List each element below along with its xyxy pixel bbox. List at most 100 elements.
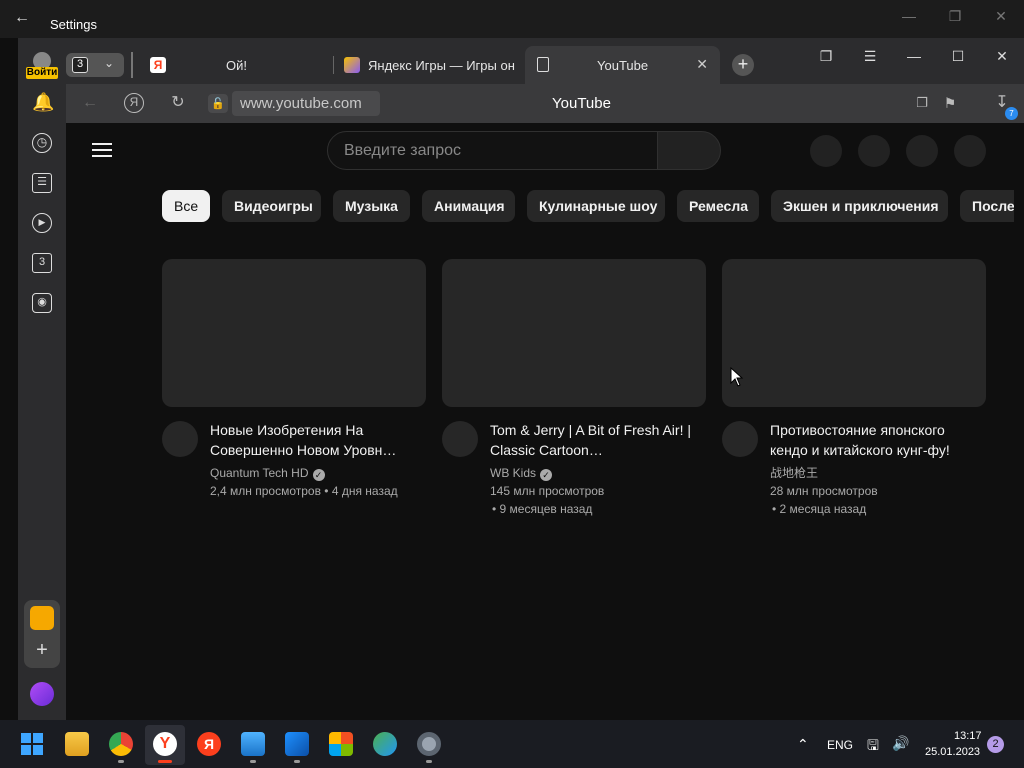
translate-icon[interactable]: ❐ — [912, 93, 932, 113]
running-indicator — [158, 760, 172, 763]
header-icon-placeholder[interactable] — [810, 135, 842, 167]
settings-gear-icon[interactable] — [417, 732, 441, 756]
gamepad-icon — [344, 57, 360, 73]
document-icon — [537, 57, 549, 72]
bookmarks-panel-icon[interactable]: ❐ — [815, 46, 837, 66]
page-title: YouTube — [552, 95, 611, 112]
arrow-left-icon[interactable]: ← — [14, 10, 34, 26]
photos-icon[interactable] — [241, 732, 265, 756]
chip-music[interactable]: Музыка — [333, 190, 410, 222]
running-indicator — [118, 760, 124, 763]
add-icon[interactable]: + — [30, 640, 54, 660]
screenshot-icon[interactable]: ◉ — [32, 293, 52, 313]
running-indicator — [294, 760, 300, 763]
channel-name-row: WB Kids ✓ — [490, 464, 553, 482]
chevron-down-icon: ⌄ — [104, 56, 115, 70]
avatar[interactable] — [954, 135, 986, 167]
yandex-home-icon[interactable]: Я — [124, 93, 144, 113]
channel-name[interactable]: Quantum Tech HD — [210, 466, 309, 480]
network-icon[interactable]: 🖫 — [867, 735, 879, 759]
minimize-icon[interactable]: — — [897, 8, 921, 24]
alice-icon[interactable] — [30, 682, 54, 706]
back-icon[interactable]: ← — [80, 93, 100, 113]
channel-name[interactable]: WB Kids — [490, 466, 536, 480]
new-tab-button[interactable]: + — [732, 54, 754, 76]
chip-crafts[interactable]: Ремесла — [677, 190, 759, 222]
running-indicator — [250, 760, 256, 763]
channel-avatar[interactable] — [442, 421, 478, 457]
chip-animation[interactable]: Анимация — [422, 190, 515, 222]
login-badge: Войти — [26, 67, 58, 79]
mail-icon[interactable] — [30, 606, 54, 630]
tab-separator — [131, 52, 133, 78]
video-thumbnail[interactable] — [162, 259, 426, 407]
windows-start-icon[interactable] — [21, 733, 43, 755]
yandex-icon: Я — [150, 57, 166, 73]
close-icon[interactable]: ✕ — [989, 8, 1013, 24]
number-3-icon[interactable]: 3 — [32, 253, 52, 273]
video-thumbnail[interactable] — [442, 259, 706, 407]
video-editor-icon[interactable] — [285, 732, 309, 756]
tab-youtube[interactable]: YouTube ✕ — [525, 46, 720, 84]
yandex-icon[interactable]: Я — [197, 732, 221, 756]
bell-icon[interactable]: 🔔 — [32, 93, 54, 114]
yandex-browser-icon[interactable]: Y — [153, 732, 177, 756]
chip-recent[interactable]: После — [960, 190, 1014, 222]
video-title[interactable]: Противостояние японского кендо и китайск… — [770, 420, 970, 460]
tab-label: Ой! — [226, 58, 247, 73]
bookmark-icon[interactable]: ⚑ — [940, 93, 960, 113]
chrome-icon[interactable] — [109, 732, 133, 756]
chip-action[interactable]: Экшен и приключения — [771, 190, 948, 222]
clock-time[interactable]: 13:17 — [954, 730, 982, 742]
store-icon[interactable] — [329, 732, 353, 756]
notification-badge[interactable]: 2 — [987, 736, 1004, 753]
minimize-icon[interactable]: — — [903, 46, 925, 66]
running-indicator — [426, 760, 432, 763]
channel-avatar[interactable] — [162, 421, 198, 457]
settings-window-titlebar: ← Settings — ❐ ✕ — [0, 0, 1024, 38]
video-title[interactable]: Tom & Jerry | A Bit of Fresh Air! | Clas… — [490, 420, 700, 460]
tab-oi[interactable]: Я Ой! — [140, 46, 332, 84]
mouse-cursor-icon — [730, 367, 744, 387]
menu-icon[interactable]: ☰ — [859, 46, 881, 66]
verified-icon: ✓ — [312, 469, 325, 481]
restore-icon[interactable]: ❐ — [943, 8, 967, 24]
video-thumbnail[interactable] — [722, 259, 986, 407]
play-icon[interactable]: ▶ — [32, 213, 52, 233]
maps-icon[interactable] — [373, 732, 397, 756]
view-count: 145 млн просмотров — [490, 484, 605, 498]
channel-name[interactable]: 战地枪王 — [770, 464, 818, 482]
search-button[interactable] — [657, 131, 721, 170]
view-count: 2,4 млн просмотров — [210, 484, 321, 498]
video-title[interactable]: Новые Изобретения На Совершенно Новом Ур… — [210, 420, 420, 460]
history-icon[interactable]: ◷ — [32, 133, 52, 153]
maximize-icon[interactable]: ☐ — [947, 46, 969, 66]
reload-icon[interactable]: ↻ — [168, 93, 188, 113]
clock-date[interactable]: 25.01.2023 — [925, 746, 980, 758]
volume-icon[interactable]: 🔊 — [892, 735, 909, 752]
upload-age: • 4 дня назад — [324, 484, 398, 498]
chip-cooking[interactable]: Кулинарные шоу — [527, 190, 665, 222]
language-indicator[interactable]: ENG — [827, 738, 853, 752]
upload-age: • 9 месяцев назад — [492, 502, 593, 516]
verified-icon: ✓ — [540, 469, 553, 481]
close-tab-icon[interactable]: ✕ — [696, 56, 708, 73]
chip-all[interactable]: Все — [162, 190, 210, 222]
header-icon-placeholder[interactable] — [858, 135, 890, 167]
chevron-up-icon[interactable]: ⌃ — [797, 736, 809, 753]
url-text: www.youtube.com — [240, 95, 362, 112]
menu-icon[interactable] — [92, 143, 112, 157]
chip-videogames[interactable]: Видеоигры — [222, 190, 321, 222]
close-window-icon[interactable]: ✕ — [991, 46, 1013, 66]
lock-icon[interactable]: 🔓 — [208, 94, 228, 113]
tab-count-button[interactable]: 3 ⌄ — [66, 53, 124, 77]
video-stats: 2,4 млн просмотров • 4 дня назад — [210, 482, 398, 500]
tab-yandex-games[interactable]: Яндекс Игры — Игры он — [334, 46, 524, 84]
file-explorer-icon[interactable] — [65, 732, 89, 756]
profile-button[interactable]: Войти — [26, 50, 58, 80]
collections-icon[interactable]: ☰ — [32, 173, 52, 193]
channel-name-row: Quantum Tech HD ✓ — [210, 464, 325, 482]
channel-avatar[interactable] — [722, 421, 758, 457]
header-icon-placeholder[interactable] — [906, 135, 938, 167]
upload-age: • 2 месяца назад — [772, 502, 867, 516]
